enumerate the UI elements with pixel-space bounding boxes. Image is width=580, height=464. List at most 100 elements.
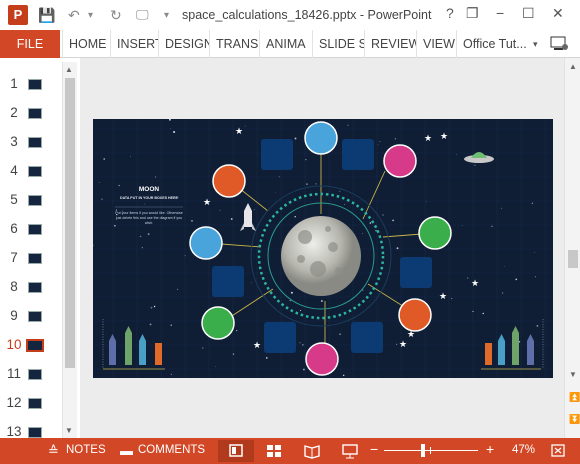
circle-bottom[interactable] bbox=[305, 342, 339, 376]
moon-icon[interactable] bbox=[281, 216, 361, 296]
thumbnails-scrollbar[interactable]: ▲ ▼ bbox=[62, 62, 77, 438]
star-icon[interactable]: ★ bbox=[253, 341, 261, 351]
slide-thumbnail-7[interactable]: 7 bbox=[0, 244, 62, 273]
undo-icon[interactable]: ↶ bbox=[68, 7, 80, 24]
zoom-slider-thumb[interactable] bbox=[421, 444, 426, 457]
close-icon[interactable]: ✕ bbox=[552, 5, 564, 22]
notes-button[interactable]: NOTES bbox=[66, 444, 106, 456]
powerpoint-window: P 💾 ↶ ▾ ↻ 🖵 ▾ space_calculations_18426.p… bbox=[0, 0, 580, 464]
status-bar: ≙ NOTES ▬ COMMENTS − + 47% bbox=[0, 438, 580, 464]
zoom-level[interactable]: 47% bbox=[512, 444, 535, 456]
slide-preview bbox=[28, 137, 42, 148]
comments-button[interactable]: COMMENTS bbox=[138, 444, 205, 456]
tab-home[interactable]: HOME bbox=[62, 30, 110, 58]
star-icon[interactable]: ★ bbox=[235, 127, 243, 137]
undo-dropdown-icon[interactable]: ▾ bbox=[88, 10, 93, 21]
slide-thumbnail-2[interactable]: 2 bbox=[0, 99, 62, 128]
space-infographic: ★★★★★★★★★★ bbox=[93, 119, 553, 378]
data-box-5[interactable] bbox=[264, 322, 296, 353]
scroll-up-icon[interactable]: ▲ bbox=[569, 62, 577, 71]
slide-thumbnail-9[interactable]: 9 bbox=[0, 302, 62, 331]
current-slide[interactable]: ★★★★★★★★★★ MOON DATA PUT IN YOUR BOXES H… bbox=[93, 119, 553, 378]
slide-scrollbar[interactable]: ▲ ▼ ⏫ ⏬ bbox=[564, 58, 580, 438]
minimize-icon[interactable]: − bbox=[496, 5, 504, 21]
account-name[interactable]: Office Tut... bbox=[456, 30, 532, 58]
account-dropdown-icon[interactable]: ▾ bbox=[533, 39, 538, 50]
data-box-6[interactable] bbox=[351, 322, 383, 353]
slide-thumbnail-6[interactable]: 6 bbox=[0, 215, 62, 244]
slide-number: 12 bbox=[6, 395, 22, 410]
start-slideshow-icon[interactable]: 🖵 bbox=[136, 7, 149, 23]
star-icon[interactable]: ★ bbox=[424, 134, 432, 144]
slide-show-button[interactable] bbox=[340, 442, 360, 460]
notes-icon[interactable]: ≙ bbox=[48, 443, 59, 459]
scroll-down-icon[interactable]: ▼ bbox=[65, 426, 73, 435]
file-tab[interactable]: FILE bbox=[0, 30, 60, 58]
slide-editing-area[interactable]: ★★★★★★★★★★ MOON DATA PUT IN YOUR BOXES H… bbox=[80, 58, 564, 438]
slide-scroll-thumb[interactable] bbox=[568, 250, 578, 268]
tab-design[interactable]: DESIGN bbox=[158, 30, 209, 58]
slide-preview bbox=[28, 166, 42, 177]
data-box-2[interactable] bbox=[342, 139, 374, 170]
moon-body-text[interactable]: Put your items if you would like. Otherw… bbox=[113, 211, 185, 226]
user-avatar-icon[interactable] bbox=[548, 34, 570, 52]
slide-show-icon bbox=[342, 444, 358, 459]
slide-thumbnail-12[interactable]: 12 bbox=[0, 389, 62, 418]
slide-thumbnail-8[interactable]: 8 bbox=[0, 273, 62, 302]
data-box-3[interactable] bbox=[212, 266, 244, 297]
comments-icon[interactable]: ▬ bbox=[120, 443, 133, 458]
slide-thumbnail-10[interactable]: 10 bbox=[0, 331, 62, 360]
ribbon-tabs: FILE HOME INSERT DESIGN TRANSI ANIMA SLI… bbox=[0, 30, 580, 58]
redo-icon[interactable]: ↻ bbox=[110, 7, 122, 24]
star-icon[interactable]: ★ bbox=[399, 340, 407, 350]
data-box-4[interactable] bbox=[400, 257, 432, 288]
circle-top-left[interactable] bbox=[212, 164, 246, 198]
slide-preview bbox=[28, 195, 42, 206]
previous-slide-icon[interactable]: ⏫ bbox=[569, 392, 580, 403]
tab-review[interactable]: REVIEW bbox=[364, 30, 416, 58]
slide-thumbnail-3[interactable]: 3 bbox=[0, 128, 62, 157]
data-box-1[interactable] bbox=[261, 139, 293, 170]
powerpoint-icon: P bbox=[8, 5, 28, 25]
circle-right[interactable] bbox=[418, 216, 452, 250]
zoom-out-button[interactable]: − bbox=[370, 441, 378, 457]
save-icon[interactable]: 💾 bbox=[38, 7, 55, 24]
scroll-up-icon[interactable]: ▲ bbox=[65, 65, 73, 74]
window-title: space_calculations_18426.pptx - PowerPoi… bbox=[182, 8, 432, 22]
star-icon[interactable]: ★ bbox=[439, 292, 447, 302]
ribbon-display-icon[interactable]: ❐ bbox=[466, 5, 479, 22]
tab-view[interactable]: VIEW bbox=[416, 30, 456, 58]
circle-bottom-right[interactable] bbox=[398, 298, 432, 332]
moon-subheading[interactable]: DATA PUT IN YOUR BOXES HERE bbox=[111, 196, 187, 200]
slide-thumbnail-5[interactable]: 5 bbox=[0, 186, 62, 215]
maximize-icon[interactable]: ☐ bbox=[522, 5, 535, 22]
tab-transitions[interactable]: TRANSI bbox=[209, 30, 259, 58]
fit-slide-button[interactable] bbox=[548, 442, 568, 460]
circle-left[interactable] bbox=[189, 226, 223, 260]
normal-view-button[interactable] bbox=[218, 440, 254, 462]
star-icon[interactable]: ★ bbox=[440, 132, 448, 142]
circle-bottom-left[interactable] bbox=[201, 306, 235, 340]
zoom-slider-track[interactable] bbox=[384, 450, 478, 451]
customize-toolbar-icon[interactable]: ▾ bbox=[164, 10, 169, 21]
zoom-in-button[interactable]: + bbox=[486, 441, 494, 457]
thumbnails-scroll-thumb[interactable] bbox=[65, 78, 75, 368]
tab-animations[interactable]: ANIMA bbox=[259, 30, 312, 58]
circle-top[interactable] bbox=[304, 121, 338, 155]
slide-preview bbox=[28, 108, 42, 119]
slide-thumbnail-4[interactable]: 4 bbox=[0, 157, 62, 186]
reading-view-button[interactable] bbox=[302, 442, 322, 460]
tab-slide-show[interactable]: SLIDE S bbox=[312, 30, 364, 58]
circle-top-right[interactable] bbox=[383, 144, 417, 178]
next-slide-icon[interactable]: ⏬ bbox=[569, 414, 580, 425]
help-icon[interactable]: ? bbox=[446, 5, 454, 21]
slide-thumbnail-11[interactable]: 11 bbox=[0, 360, 62, 389]
tab-insert[interactable]: INSERT bbox=[110, 30, 158, 58]
star-icon[interactable]: ★ bbox=[471, 279, 479, 289]
slide-number: 9 bbox=[10, 308, 18, 323]
scroll-down-icon[interactable]: ▼ bbox=[569, 370, 577, 379]
slide-thumbnail-1[interactable]: 1 bbox=[0, 70, 62, 99]
slide-sorter-button[interactable] bbox=[264, 442, 284, 460]
moon-heading[interactable]: MOON bbox=[113, 186, 185, 193]
star-icon[interactable]: ★ bbox=[203, 198, 211, 208]
